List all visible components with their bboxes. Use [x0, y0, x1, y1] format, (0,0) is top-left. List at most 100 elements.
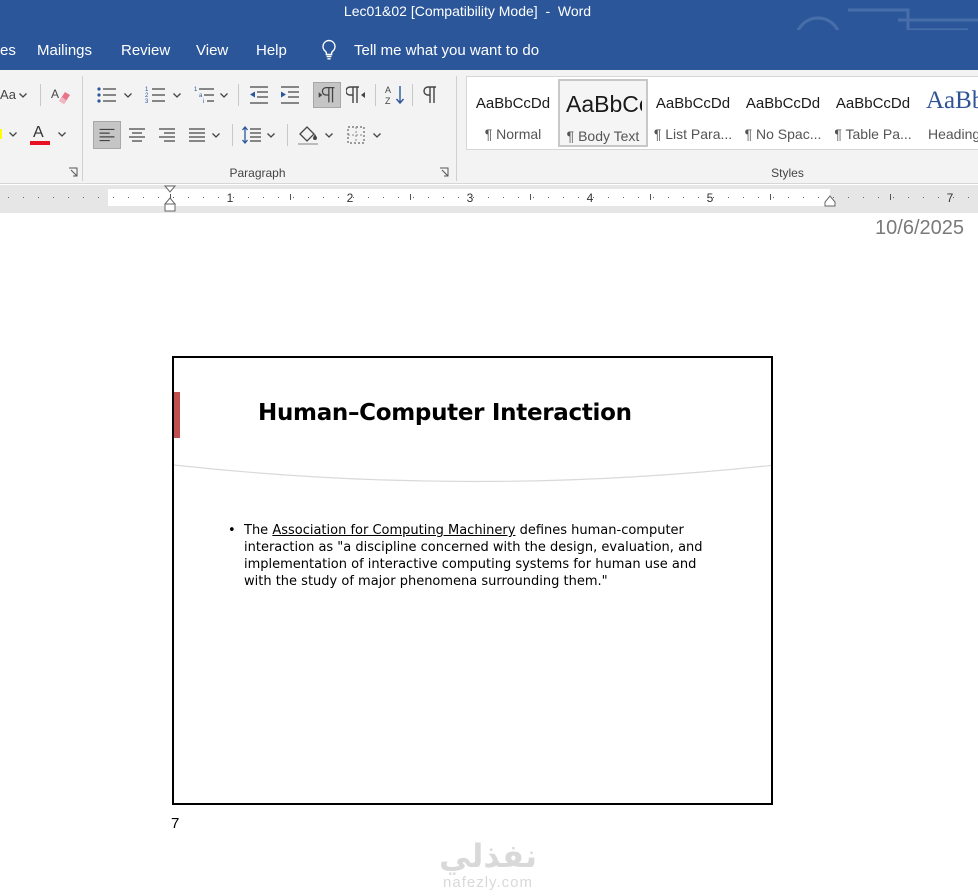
ruler-tick	[968, 197, 969, 198]
tab-view[interactable]: View	[196, 42, 228, 59]
chevron-down-icon[interactable]	[123, 84, 133, 106]
right-to-left-text-direction-icon[interactable]	[346, 84, 368, 106]
chevron-down-icon[interactable]	[211, 124, 221, 146]
highlight-color-swatch[interactable]	[0, 123, 6, 145]
decrease-indent-icon[interactable]	[248, 84, 270, 106]
ruler-tick	[308, 197, 309, 198]
style-sample: AaBb	[926, 87, 978, 114]
justify-icon[interactable]	[186, 124, 208, 146]
chevron-down-icon[interactable]	[372, 124, 382, 146]
ruler-tick	[323, 197, 324, 198]
align-right-icon[interactable]	[156, 124, 178, 146]
ruler-half-inch-tick	[290, 194, 291, 200]
ruler-half-inch-tick	[410, 194, 411, 200]
tab-review[interactable]: Review	[121, 42, 170, 59]
ruler-tick	[188, 197, 189, 198]
borders-icon[interactable]	[345, 124, 367, 146]
ruler-tick	[938, 197, 939, 198]
divider	[232, 124, 233, 146]
ribbon-home: Aa A A 123 1ai A Z Paragraph AaBbCcDd ¶ …	[0, 70, 978, 184]
chevron-down-icon[interactable]	[172, 84, 182, 106]
divider	[238, 84, 239, 106]
lightbulb-icon[interactable]	[321, 39, 337, 61]
increase-indent-icon[interactable]	[279, 84, 301, 106]
ruler-tick	[83, 197, 84, 198]
tab-references-partial[interactable]: es	[0, 42, 16, 59]
ruler-tick	[578, 197, 579, 198]
style-sample: AaBbCcDd	[835, 95, 911, 112]
align-left-icon[interactable]	[93, 121, 121, 149]
horizontal-ruler[interactable]: 1 2 3 4 5 7	[0, 185, 978, 213]
sort-icon[interactable]: A Z	[384, 83, 406, 107]
tab-mailings[interactable]: Mailings	[37, 42, 92, 59]
ruler-tick	[488, 197, 489, 198]
ruler-tick	[668, 197, 669, 198]
style-sample: AaBbCcDd	[655, 95, 731, 112]
change-case-button[interactable]: Aa	[0, 84, 18, 106]
ruler-tick	[113, 197, 114, 198]
ruler-label: 3	[467, 191, 474, 205]
ruler-tick	[503, 197, 504, 198]
divider	[412, 84, 413, 106]
ruler-tick	[533, 197, 534, 198]
style-normal[interactable]: AaBbCcDd ¶ Normal	[469, 79, 557, 147]
slide-bullet-list: • The Association for Computing Machinery…	[228, 522, 718, 590]
divider	[40, 84, 41, 106]
ruler-tick	[518, 197, 519, 198]
right-indent-marker-icon[interactable]	[823, 195, 837, 207]
chevron-down-icon[interactable]	[8, 123, 18, 145]
chevron-down-icon[interactable]	[57, 123, 67, 145]
style-body-text[interactable]: AaBbCc ¶ Body Text	[558, 79, 648, 147]
ruler-tick	[863, 197, 864, 198]
document-canvas[interactable]: 10/6/2025 Human–Computer Interaction • Th…	[0, 213, 978, 896]
style-table-paragraph[interactable]: AaBbCcDd ¶ Table Pa...	[829, 79, 917, 147]
ruler-tick	[653, 197, 654, 198]
ruler-tick	[773, 197, 774, 198]
style-name: ¶ Table Pa...	[834, 126, 912, 142]
ruler-tick	[923, 197, 924, 198]
chevron-down-icon[interactable]	[18, 84, 28, 106]
ruler-tick	[608, 197, 609, 198]
styles-gallery: AaBbCcDd ¶ Normal AaBbCc ¶ Body Text AaB…	[466, 76, 978, 150]
line-spacing-icon[interactable]	[241, 124, 263, 146]
word-window: Lec01&02 [Compatibility Mode] - Word es …	[0, 0, 978, 896]
chevron-down-icon[interactable]	[324, 124, 334, 146]
style-sample: AaBbCcDd	[745, 95, 821, 112]
ruler-tick	[848, 197, 849, 198]
ruler-tick	[638, 197, 639, 198]
ruler-tick	[23, 197, 24, 198]
ruler-tick	[53, 197, 54, 198]
style-name: Heading	[928, 126, 978, 142]
font-color-icon[interactable]: A	[29, 122, 51, 146]
font-dialog-launcher-icon[interactable]	[68, 167, 78, 177]
bullets-icon[interactable]	[96, 84, 118, 106]
svg-text:Z: Z	[385, 96, 391, 106]
multilevel-list-icon[interactable]: 1ai	[194, 84, 216, 106]
svg-text:3: 3	[145, 99, 149, 105]
slide-title: Human–Computer Interaction	[258, 400, 632, 426]
numbering-icon[interactable]: 123	[145, 84, 167, 106]
ruler-tick	[338, 197, 339, 198]
ruler-tick	[413, 197, 414, 198]
ruler-tick	[758, 197, 759, 198]
style-sample: AaBbCcDd	[475, 95, 551, 112]
tab-help[interactable]: Help	[256, 42, 287, 59]
style-no-spacing[interactable]: AaBbCcDd ¶ No Spac...	[739, 79, 827, 147]
indent-markers-icon[interactable]	[162, 185, 178, 213]
left-to-right-text-direction-icon[interactable]	[313, 82, 341, 108]
divider	[375, 84, 376, 106]
clear-formatting-icon[interactable]: A	[50, 84, 72, 106]
style-list-paragraph[interactable]: AaBbCcDd ¶ List Para...	[649, 79, 737, 147]
chevron-down-icon[interactable]	[266, 124, 276, 146]
tell-me-search[interactable]: Tell me what you want to do	[354, 42, 539, 59]
acm-link[interactable]: Association for Computing Machinery	[272, 523, 515, 538]
paragraph-dialog-launcher-icon[interactable]	[439, 167, 449, 177]
ruler-label: 7	[947, 191, 954, 205]
align-center-icon[interactable]	[126, 124, 148, 146]
style-heading[interactable]: AaBb Heading	[922, 79, 978, 147]
ruler-tick	[98, 197, 99, 198]
show-hide-formatting-icon[interactable]	[420, 84, 440, 106]
shading-icon[interactable]	[296, 122, 320, 146]
chevron-down-icon[interactable]	[219, 84, 229, 106]
style-name: ¶ Normal	[484, 126, 542, 142]
